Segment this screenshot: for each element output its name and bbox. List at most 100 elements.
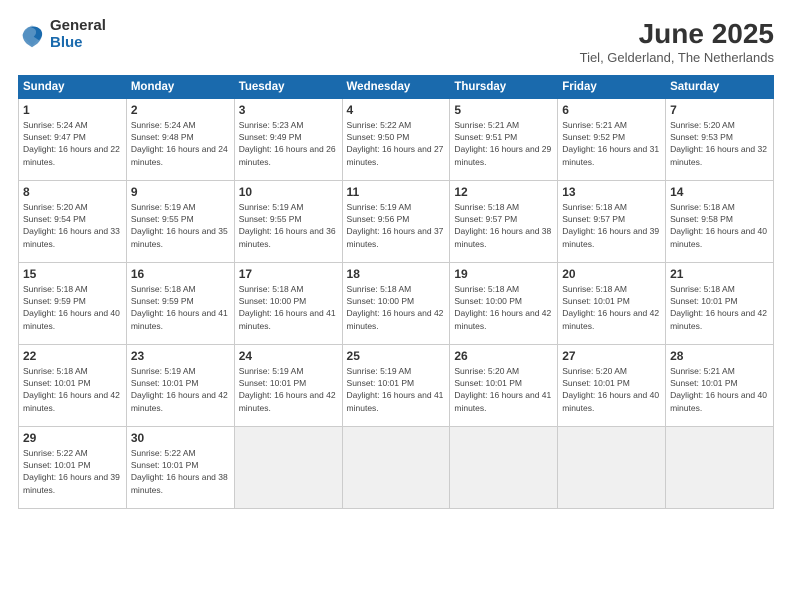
day-info: Sunrise: 5:18 AMSunset: 10:00 PMDaylight… [239,284,336,330]
day-number: 25 [347,348,446,364]
table-row: 15 Sunrise: 5:18 AMSunset: 9:59 PMDayligh… [19,263,127,345]
day-number: 14 [670,184,769,200]
day-info: Sunrise: 5:19 AMSunset: 10:01 PMDaylight… [131,366,228,412]
day-number: 19 [454,266,553,282]
table-row: 30Sunrise: 5:22 AMSunset: 10:01 PMDaylig… [126,427,234,509]
header-monday: Monday [126,76,234,99]
day-info: Sunrise: 5:19 AMSunset: 10:01 PMDaylight… [347,366,444,412]
table-row: 28 Sunrise: 5:21 AMSunset: 10:01 PMDaylig… [666,345,774,427]
table-row: 29 Sunrise: 5:22 AMSunset: 10:01 PMDaylig… [19,427,127,509]
day-number: 30 [131,430,230,446]
day-info: Sunrise: 5:21 AMSunset: 9:51 PMDaylight:… [454,120,551,166]
table-row: 20 Sunrise: 5:18 AMSunset: 10:01 PMDaylig… [558,263,666,345]
day-number: 16 [131,266,230,282]
day-number: 5 [454,102,553,118]
day-info: Sunrise: 5:20 AMSunset: 10:01 PMDaylight… [562,366,659,412]
day-info: Sunrise: 5:23 AMSunset: 9:49 PMDaylight:… [239,120,336,166]
day-number: 22 [23,348,122,364]
day-info: Sunrise: 5:18 AMSunset: 9:57 PMDaylight:… [562,202,659,248]
table-row: 23 Sunrise: 5:19 AMSunset: 10:01 PMDaylig… [126,345,234,427]
table-row [558,427,666,509]
day-number: 3 [239,102,338,118]
day-number: 4 [347,102,446,118]
table-row: 8 Sunrise: 5:20 AMSunset: 9:54 PMDaylight… [19,181,127,263]
day-number: 1 [23,102,122,118]
day-number: 10 [239,184,338,200]
logo-text: General Blue [50,18,106,51]
day-info: Sunrise: 5:20 AMSunset: 10:01 PMDaylight… [454,366,551,412]
day-number: 6 [562,102,661,118]
table-row: 22 Sunrise: 5:18 AMSunset: 10:01 PMDaylig… [19,345,127,427]
table-row: 10 Sunrise: 5:19 AMSunset: 9:55 PMDayligh… [234,181,342,263]
day-info: Sunrise: 5:21 AMSunset: 10:01 PMDaylight… [670,366,767,412]
calendar-table: Sunday Monday Tuesday Wednesday Thursday… [18,75,774,509]
table-row: 27 Sunrise: 5:20 AMSunset: 10:01 PMDaylig… [558,345,666,427]
table-row [342,427,450,509]
day-number: 12 [454,184,553,200]
day-number: 29 [23,430,122,446]
day-info: Sunrise: 5:20 AMSunset: 9:53 PMDaylight:… [670,120,767,166]
day-info: Sunrise: 5:22 AMSunset: 9:50 PMDaylight:… [347,120,444,166]
day-info: Sunrise: 5:18 AMSunset: 10:00 PMDaylight… [454,284,551,330]
calendar-week-row: 29 Sunrise: 5:22 AMSunset: 10:01 PMDaylig… [19,427,774,509]
table-row: 2 Sunrise: 5:24 AMSunset: 9:48 PMDaylight… [126,99,234,181]
table-row: 16 Sunrise: 5:18 AMSunset: 9:59 PMDayligh… [126,263,234,345]
day-info: Sunrise: 5:18 AMSunset: 10:00 PMDaylight… [347,284,444,330]
calendar-week-row: 22 Sunrise: 5:18 AMSunset: 10:01 PMDaylig… [19,345,774,427]
table-row: 9 Sunrise: 5:19 AMSunset: 9:55 PMDaylight… [126,181,234,263]
table-row: 4 Sunrise: 5:22 AMSunset: 9:50 PMDaylight… [342,99,450,181]
day-number: 2 [131,102,230,118]
day-info: Sunrise: 5:19 AMSunset: 9:56 PMDaylight:… [347,202,444,248]
table-row: 17 Sunrise: 5:18 AMSunset: 10:00 PMDaylig… [234,263,342,345]
day-number: 27 [562,348,661,364]
day-info: Sunrise: 5:19 AMSunset: 9:55 PMDaylight:… [239,202,336,248]
day-number: 11 [347,184,446,200]
header: General Blue June 2025 Tiel, Gelderland,… [18,18,774,65]
day-info: Sunrise: 5:18 AMSunset: 10:01 PMDaylight… [562,284,659,330]
day-number: 9 [131,184,230,200]
day-info: Sunrise: 5:18 AMSunset: 9:58 PMDaylight:… [670,202,767,248]
day-info: Sunrise: 5:21 AMSunset: 9:52 PMDaylight:… [562,120,659,166]
table-row: 21 Sunrise: 5:18 AMSunset: 10:01 PMDaylig… [666,263,774,345]
header-friday: Friday [558,76,666,99]
weekday-header-row: Sunday Monday Tuesday Wednesday Thursday… [19,76,774,99]
day-info: Sunrise: 5:18 AMSunset: 9:57 PMDaylight:… [454,202,551,248]
table-row [666,427,774,509]
day-info: Sunrise: 5:18 AMSunset: 10:01 PMDaylight… [23,366,120,412]
day-number: 21 [670,266,769,282]
header-wednesday: Wednesday [342,76,450,99]
header-sunday: Sunday [19,76,127,99]
title-block: June 2025 Tiel, Gelderland, The Netherla… [580,18,774,65]
month-title: June 2025 [580,18,774,50]
day-number: 24 [239,348,338,364]
day-info: Sunrise: 5:18 AMSunset: 9:59 PMDaylight:… [131,284,228,330]
calendar-week-row: 8 Sunrise: 5:20 AMSunset: 9:54 PMDaylight… [19,181,774,263]
logo-icon [18,21,46,49]
header-saturday: Saturday [666,76,774,99]
day-info: Sunrise: 5:19 AMSunset: 9:55 PMDaylight:… [131,202,228,248]
header-tuesday: Tuesday [234,76,342,99]
location-title: Tiel, Gelderland, The Netherlands [580,50,774,65]
logo-blue-text: Blue [50,35,106,52]
day-number: 13 [562,184,661,200]
day-info: Sunrise: 5:22 AMSunset: 10:01 PMDaylight… [23,448,120,494]
day-info: Sunrise: 5:18 AMSunset: 10:01 PMDaylight… [670,284,767,330]
day-info: Sunrise: 5:24 AMSunset: 9:48 PMDaylight:… [131,120,228,166]
day-number: 7 [670,102,769,118]
day-number: 17 [239,266,338,282]
calendar-week-row: 1Sunrise: 5:24 AMSunset: 9:47 PMDaylight… [19,99,774,181]
day-number: 15 [23,266,122,282]
day-info: Sunrise: 5:18 AMSunset: 9:59 PMDaylight:… [23,284,120,330]
day-number: 8 [23,184,122,200]
day-number: 20 [562,266,661,282]
day-number: 23 [131,348,230,364]
logo-general-text: General [50,18,106,35]
table-row: 25 Sunrise: 5:19 AMSunset: 10:01 PMDaylig… [342,345,450,427]
table-row: 1Sunrise: 5:24 AMSunset: 9:47 PMDaylight… [19,99,127,181]
table-row: 24Sunrise: 5:19 AMSunset: 10:01 PMDaylig… [234,345,342,427]
table-row: 19 Sunrise: 5:18 AMSunset: 10:00 PMDaylig… [450,263,558,345]
day-number: 28 [670,348,769,364]
table-row: 11 Sunrise: 5:19 AMSunset: 9:56 PMDayligh… [342,181,450,263]
table-row: 5 Sunrise: 5:21 AMSunset: 9:51 PMDaylight… [450,99,558,181]
day-info: Sunrise: 5:20 AMSunset: 9:54 PMDaylight:… [23,202,120,248]
